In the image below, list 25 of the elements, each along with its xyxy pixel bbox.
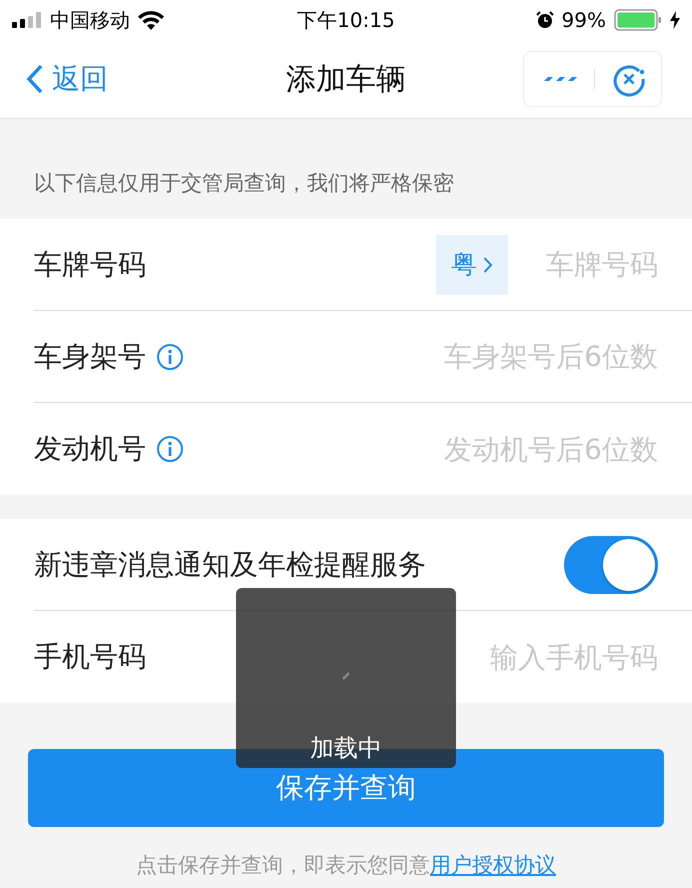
field-label: 车身架号 [34, 338, 146, 374]
back-button[interactable]: 返回 [26, 60, 108, 98]
province-selector[interactable]: 粤 [436, 234, 508, 294]
more-icon[interactable] [542, 75, 578, 83]
field-label: 车牌号码 [34, 246, 146, 282]
agreement-text: 点击保存并查询，即表示您同意 [136, 853, 430, 877]
page-title: 添加车辆 [286, 60, 406, 98]
agreement-link[interactable]: 用户授权协议 [430, 853, 556, 877]
back-chevron-icon [26, 64, 44, 94]
field-label: 手机号码 [34, 639, 146, 675]
wifi-icon [138, 10, 164, 30]
battery-icon [614, 9, 662, 31]
privacy-notice: 以下信息仅用于交管局查询，我们将严格保密 [34, 170, 454, 197]
info-icon[interactable] [156, 342, 184, 370]
battery-percent: 99% [562, 8, 606, 32]
carrier-name: 中国移动 [50, 6, 130, 34]
spinner-icon [342, 672, 350, 680]
service-label: 新违章消息通知及年检提醒服务 [34, 546, 426, 582]
chevron-icon [483, 256, 493, 274]
field-label: 发动机号 [34, 431, 146, 467]
alarm-icon [536, 11, 554, 29]
charging-icon [670, 11, 680, 29]
info-icon[interactable] [156, 435, 184, 463]
signal-icon [12, 12, 42, 28]
status-time: 下午10:15 [297, 6, 395, 34]
